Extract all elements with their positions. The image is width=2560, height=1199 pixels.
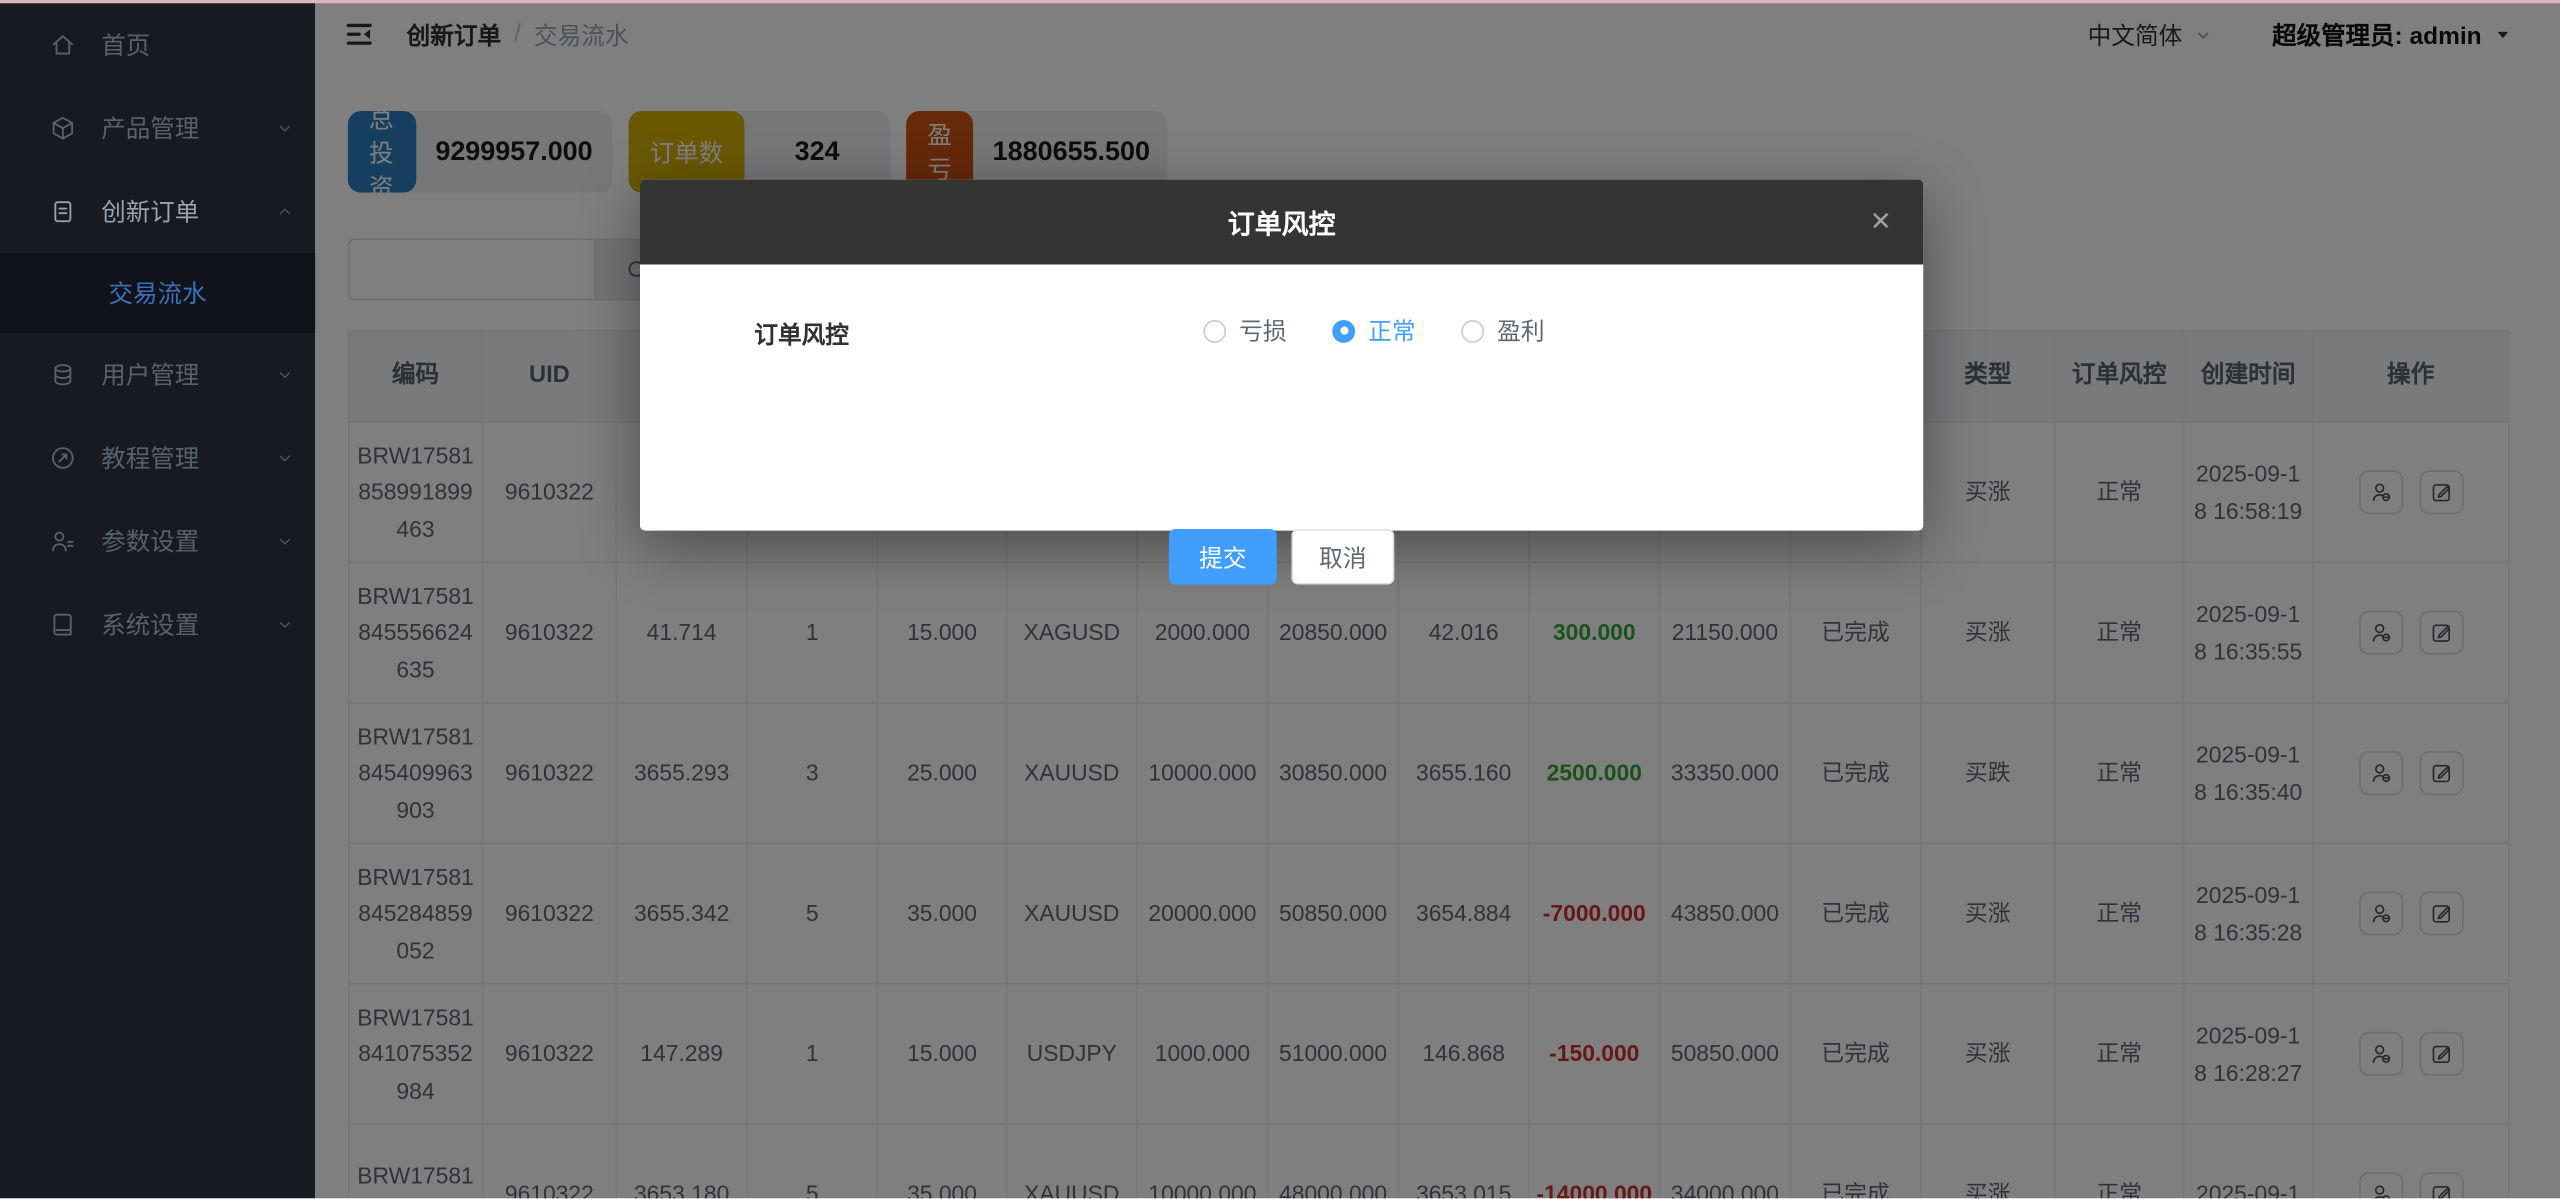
- radio-dot: [1332, 319, 1355, 342]
- submit-button[interactable]: 提交: [1169, 529, 1277, 585]
- app-screen: 首页产品管理创新订单交易流水用户管理教程管理参数设置系统设置 创新订单 / 交易…: [0, 0, 2560, 1199]
- sidebar-item[interactable]: 参数设置: [0, 500, 315, 583]
- cancel-button[interactable]: 取消: [1291, 529, 1394, 585]
- sidebar-item-label: 首页: [101, 28, 295, 62]
- chevron-down-icon: [274, 531, 295, 552]
- radio-label: 亏损: [1239, 313, 1286, 347]
- users-icon: [49, 361, 77, 389]
- sidebar-submenu-item[interactable]: 交易流水: [0, 253, 315, 333]
- modal-title: 订单风控: [1228, 202, 1336, 241]
- risk-control-modal: 订单风控 ✕ 订单风控 亏损正常盈利 提交 取消: [640, 180, 1923, 531]
- radio-label: 正常: [1368, 313, 1415, 347]
- sidebar-item[interactable]: 创新订单: [0, 170, 315, 253]
- radio-option[interactable]: 亏损: [1203, 313, 1286, 347]
- modal-header: 订单风控 ✕: [640, 180, 1923, 265]
- sidebar-item[interactable]: 产品管理: [0, 87, 315, 170]
- chevron-down-icon: [274, 364, 295, 385]
- sidebar-submenu-label: 交易流水: [109, 276, 207, 310]
- sidebar-item-label: 用户管理: [101, 358, 274, 392]
- chevron-down-icon: [274, 614, 295, 635]
- risk-field-label: 订单风控: [754, 317, 849, 351]
- sidebar-item[interactable]: 用户管理: [0, 333, 315, 416]
- chevron-down-icon: [274, 118, 295, 139]
- loading-bar: [0, 0, 2560, 3]
- radio-group: 亏损 正常 盈利: [1203, 313, 1544, 347]
- product-icon: [49, 114, 77, 142]
- radio-label: 盈利: [1497, 313, 1544, 347]
- sidebar-item[interactable]: 首页: [0, 3, 315, 86]
- modal-body: 订单风控 亏损正常盈利 提交 取消: [640, 264, 1923, 530]
- sidebar-item-label: 教程管理: [101, 441, 274, 475]
- system-icon: [49, 611, 77, 639]
- order-icon: [49, 198, 77, 226]
- sidebar-item-label: 系统设置: [101, 607, 274, 641]
- sidebar: 首页产品管理创新订单交易流水用户管理教程管理参数设置系统设置: [0, 0, 315, 1199]
- chevron-up-icon: [274, 201, 295, 222]
- radio-option[interactable]: 盈利: [1461, 313, 1544, 347]
- home-icon: [49, 31, 77, 59]
- radio-dot: [1203, 319, 1226, 342]
- close-icon[interactable]: ✕: [1838, 180, 1923, 265]
- sidebar-item-label: 参数设置: [101, 524, 274, 558]
- tutorial-icon: [49, 444, 77, 472]
- sidebar-item-label: 创新订单: [101, 194, 274, 228]
- params-icon: [49, 527, 77, 555]
- radio-option[interactable]: 正常: [1332, 313, 1415, 347]
- modal-actions: 提交 取消: [1169, 529, 1394, 585]
- sidebar-item-label: 产品管理: [101, 111, 274, 145]
- sidebar-item[interactable]: 系统设置: [0, 583, 315, 666]
- chevron-down-icon: [274, 447, 295, 468]
- sidebar-item[interactable]: 教程管理: [0, 416, 315, 499]
- radio-dot: [1461, 319, 1484, 342]
- sidebar-menu: 首页产品管理创新订单交易流水用户管理教程管理参数设置系统设置: [0, 0, 315, 666]
